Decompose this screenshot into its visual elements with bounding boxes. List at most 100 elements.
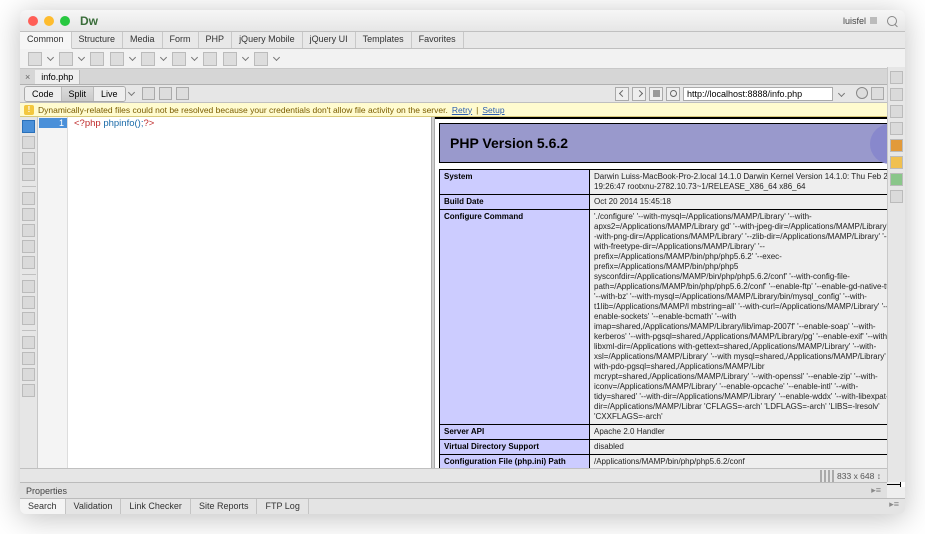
app-name: Dw (80, 14, 98, 28)
toolbar-icons (142, 87, 189, 100)
zoom-window-button[interactable] (60, 16, 70, 26)
tool-icon[interactable] (22, 136, 35, 149)
tool-icon[interactable] (22, 368, 35, 381)
dropdown-icon[interactable] (128, 89, 135, 96)
bottom-tab-validation[interactable]: Validation (66, 499, 122, 514)
tool-icon[interactable] (22, 168, 35, 181)
insert-item-icon[interactable] (254, 52, 268, 66)
tool-icon[interactable] (22, 384, 35, 397)
device-icon[interactable] (828, 470, 830, 482)
insert-tab-structure[interactable]: Structure (72, 32, 124, 48)
close-tab-button[interactable]: × (20, 70, 35, 84)
tool-icon[interactable] (22, 336, 35, 349)
device-icon[interactable] (832, 470, 834, 482)
nav-refresh-button[interactable] (666, 87, 680, 101)
dropdown-icon[interactable] (242, 54, 249, 61)
insert-tab-media[interactable]: Media (123, 32, 163, 48)
toolbar-icon[interactable] (871, 87, 884, 100)
tool-icon[interactable] (22, 192, 35, 205)
globe-icon[interactable] (856, 87, 868, 99)
bottom-tab-search[interactable]: Search (20, 499, 66, 514)
panel-icon[interactable] (890, 71, 903, 84)
panel-icon[interactable] (890, 88, 903, 101)
bottom-tab-link-checker[interactable]: Link Checker (121, 499, 191, 514)
insert-item-icon[interactable] (28, 52, 42, 66)
tool-icon[interactable] (22, 256, 35, 269)
expand-icon[interactable]: ▸≡ (883, 499, 905, 514)
live-preview[interactable]: PHP Version 5.6.2 SystemDarwin Luiss-Mac… (435, 117, 905, 487)
dropdown-icon (870, 17, 877, 24)
dropdown-icon[interactable] (273, 54, 280, 61)
toolbar-icon[interactable] (176, 87, 189, 100)
dropdown-icon[interactable] (78, 54, 85, 61)
minimize-window-button[interactable] (44, 16, 54, 26)
dropdown-icon[interactable] (47, 54, 54, 61)
code-editor[interactable]: 1 <?php phpinfo();?> (38, 117, 431, 487)
tool-icon[interactable] (22, 240, 35, 253)
document-tab[interactable]: info.php (35, 70, 80, 84)
insert-tab-jqui[interactable]: jQuery UI (303, 32, 356, 48)
insert-tab-favorites[interactable]: Favorites (412, 32, 464, 48)
view-code-button[interactable]: Code (25, 87, 62, 101)
nav-back-button[interactable] (615, 87, 629, 101)
address-bar[interactable]: http://localhost:8888/info.php (683, 87, 833, 101)
panel-icon[interactable] (890, 139, 903, 152)
close-window-button[interactable] (28, 16, 38, 26)
nav-forward-button[interactable] (632, 87, 646, 101)
retry-link[interactable]: Retry (452, 105, 472, 115)
panel-icon[interactable] (890, 173, 903, 186)
tool-icon[interactable] (22, 352, 35, 365)
tool-icon[interactable] (22, 224, 35, 237)
device-icon[interactable] (824, 470, 826, 482)
phpinfo-key: Configure Command (440, 210, 590, 425)
insert-item-icon[interactable] (110, 52, 124, 66)
insert-tab-form[interactable]: Form (163, 32, 199, 48)
toolbar-icon[interactable] (159, 87, 172, 100)
setup-link[interactable]: Setup (482, 105, 504, 115)
tool-icon[interactable] (22, 312, 35, 325)
phpinfo-key: Server API (440, 425, 590, 440)
panel-icon[interactable] (890, 190, 903, 203)
insert-tab-common[interactable]: Common (20, 32, 72, 49)
panel-icon[interactable] (890, 156, 903, 169)
document-toolbar: Code Split Live http://localhost:8888/in… (20, 85, 905, 103)
dropdown-icon[interactable] (191, 54, 198, 61)
user-label: luisfel (843, 16, 866, 26)
properties-panel[interactable]: Properties ▸≡ (20, 482, 887, 498)
workspace-switcher[interactable]: luisfel (843, 16, 897, 26)
search-icon[interactable] (887, 16, 897, 26)
dropdown-icon[interactable] (129, 54, 136, 61)
tool-icon[interactable] (22, 208, 35, 221)
tool-icon[interactable] (22, 152, 35, 165)
table-row: SystemDarwin Luiss-MacBook-Pro-2.local 1… (440, 170, 901, 195)
insert-tab-jqmobile[interactable]: jQuery Mobile (232, 32, 303, 48)
dropdown-icon[interactable] (160, 54, 167, 61)
insert-item-icon[interactable] (90, 52, 104, 66)
bottom-tab-site-reports[interactable]: Site Reports (191, 499, 258, 514)
panel-icon[interactable] (890, 105, 903, 118)
expand-icon[interactable]: ▸≡ (871, 485, 881, 496)
insert-item-icon[interactable] (223, 52, 237, 66)
phpinfo-value: disabled (590, 440, 901, 455)
code-line: <?php phpinfo();?> (74, 118, 154, 129)
bottom-tab-ftp-log[interactable]: FTP Log (257, 499, 308, 514)
tool-icon[interactable] (22, 296, 35, 309)
tool-icon[interactable] (22, 120, 35, 133)
panel-icon[interactable] (890, 122, 903, 135)
view-switcher: Code Split Live (24, 86, 126, 102)
results-panel-tabs: Search Validation Link Checker Site Repo… (20, 498, 905, 514)
insert-item-icon[interactable] (59, 52, 73, 66)
insert-item-icon[interactable] (172, 52, 186, 66)
insert-tab-templates[interactable]: Templates (356, 32, 412, 48)
insert-tab-php[interactable]: PHP (199, 32, 233, 48)
dropdown-icon[interactable] (838, 90, 845, 97)
code-toolbar (20, 117, 38, 487)
insert-item-icon[interactable] (141, 52, 155, 66)
device-icon[interactable] (820, 470, 822, 482)
nav-home-button[interactable] (649, 87, 663, 101)
insert-item-icon[interactable] (203, 52, 217, 66)
view-live-button[interactable]: Live (94, 87, 125, 101)
tool-icon[interactable] (22, 280, 35, 293)
view-split-button[interactable]: Split (62, 87, 95, 101)
toolbar-icon[interactable] (142, 87, 155, 100)
